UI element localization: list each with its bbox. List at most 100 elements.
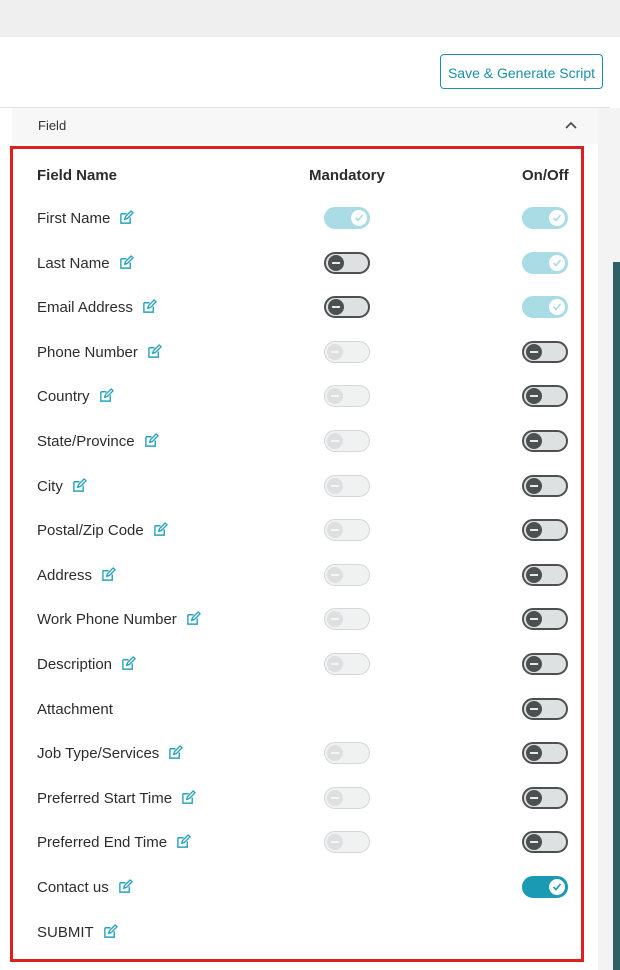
field-label: First Name <box>37 210 135 227</box>
toggle-knob <box>526 477 542 494</box>
edit-icon[interactable] <box>119 254 134 270</box>
field-label: Attachment <box>37 701 113 718</box>
table-row: City <box>0 474 620 499</box>
on-off-toggle[interactable] <box>522 653 568 675</box>
mandatory-toggle[interactable] <box>324 742 370 765</box>
mandatory-toggle[interactable] <box>324 474 370 497</box>
edit-icon[interactable] <box>101 567 116 582</box>
on-off-toggle[interactable] <box>522 563 568 586</box>
toggle-knob <box>328 299 344 316</box>
field-label: Description <box>37 656 136 673</box>
edit-icon[interactable] <box>142 299 157 314</box>
toggle-knob <box>327 566 343 583</box>
edit-icon[interactable] <box>181 790 196 805</box>
table-row: State/Province <box>0 430 620 454</box>
mandatory-toggle[interactable] <box>324 519 370 542</box>
on-off-toggle[interactable] <box>522 207 568 229</box>
table-row: Description <box>0 653 620 677</box>
field-label: Job Type/Services <box>37 745 184 762</box>
on-off-toggle[interactable] <box>522 608 568 631</box>
table-row: Address <box>0 563 620 588</box>
on-off-toggle[interactable] <box>522 385 568 408</box>
field-label: Last Name <box>37 255 134 272</box>
mandatory-toggle[interactable] <box>324 385 370 408</box>
mandatory-toggle[interactable] <box>324 608 370 631</box>
table-row: Attachment <box>0 697 620 722</box>
mandatory-toggle[interactable] <box>324 296 370 319</box>
on-off-toggle[interactable] <box>522 340 568 363</box>
toggle-knob <box>526 789 542 806</box>
on-off-toggle[interactable] <box>522 474 568 497</box>
table-row: Job Type/Services <box>0 742 620 766</box>
toggle-knob <box>526 745 542 762</box>
edit-icon[interactable] <box>99 388 114 403</box>
mandatory-toggle[interactable] <box>324 340 370 363</box>
table-row: Phone Number <box>0 340 620 365</box>
on-off-toggle[interactable] <box>522 697 568 720</box>
field-section-header[interactable]: Field <box>12 108 598 144</box>
field-name: State/Province <box>37 433 135 450</box>
toggle-knob <box>526 834 542 851</box>
table-row: Postal/Zip Code <box>0 519 620 543</box>
field-name: First Name <box>37 210 111 227</box>
edit-icon[interactable] <box>118 879 133 894</box>
header-on-off: On/Off <box>522 167 569 184</box>
check-icon <box>354 214 364 222</box>
chevron-up-icon[interactable] <box>565 119 577 131</box>
toggle-knob <box>526 566 542 583</box>
toggle-knob <box>327 433 343 449</box>
toggle-knob <box>526 522 542 539</box>
toggle-knob <box>549 254 565 271</box>
toggle-knob <box>327 388 343 405</box>
on-off-toggle[interactable] <box>522 519 568 542</box>
on-off-toggle[interactable] <box>522 251 568 274</box>
table-row: Preferred Start Time <box>0 786 620 811</box>
mandatory-toggle[interactable] <box>324 831 370 854</box>
edit-icon[interactable] <box>119 210 135 225</box>
field-name: Work Phone Number <box>37 611 177 629</box>
check-icon <box>552 883 562 891</box>
on-off-toggle[interactable] <box>522 786 568 809</box>
mandatory-toggle[interactable] <box>324 207 370 229</box>
mandatory-toggle[interactable] <box>324 786 370 809</box>
toggle-knob <box>526 343 542 360</box>
edit-icon[interactable] <box>72 477 87 493</box>
edit-icon[interactable] <box>186 611 201 626</box>
check-icon <box>552 303 562 311</box>
header-mandatory: Mandatory <box>309 167 385 184</box>
edit-icon[interactable] <box>144 433 159 448</box>
top-bar <box>0 0 620 37</box>
field-name: Preferred End Time <box>37 834 168 852</box>
toggle-knob <box>327 834 343 851</box>
edit-icon[interactable] <box>176 834 191 849</box>
on-off-toggle[interactable] <box>522 296 568 319</box>
toggle-knob <box>549 879 565 895</box>
edit-icon[interactable] <box>103 923 118 939</box>
check-icon <box>552 214 562 222</box>
toggle-knob <box>327 611 343 628</box>
edit-icon[interactable] <box>147 344 162 359</box>
on-off-toggle[interactable] <box>522 742 568 765</box>
save-generate-script-button[interactable]: Save & Generate Script <box>440 54 603 89</box>
check-icon <box>552 259 562 267</box>
edit-icon[interactable] <box>168 745 184 760</box>
on-off-toggle[interactable] <box>522 876 568 898</box>
toggle-knob <box>327 343 343 360</box>
field-name: Contact us <box>37 879 109 896</box>
mandatory-toggle[interactable] <box>324 430 370 452</box>
table-row: Email Address <box>0 296 620 320</box>
mandatory-toggle[interactable] <box>324 653 370 675</box>
toggle-knob <box>526 700 542 717</box>
toggle-knob <box>549 299 565 316</box>
table-row: Contact us <box>0 876 620 900</box>
edit-icon[interactable] <box>153 522 168 537</box>
on-off-toggle[interactable] <box>522 831 568 854</box>
toggle-knob <box>327 522 343 539</box>
mandatory-toggle[interactable] <box>324 563 370 586</box>
on-off-toggle[interactable] <box>522 430 568 452</box>
mandatory-toggle[interactable] <box>324 251 370 274</box>
field-label: Postal/Zip Code <box>37 522 168 539</box>
edit-icon[interactable] <box>121 656 136 671</box>
field-name: Attachment <box>37 700 113 718</box>
toggle-knob <box>526 611 542 628</box>
